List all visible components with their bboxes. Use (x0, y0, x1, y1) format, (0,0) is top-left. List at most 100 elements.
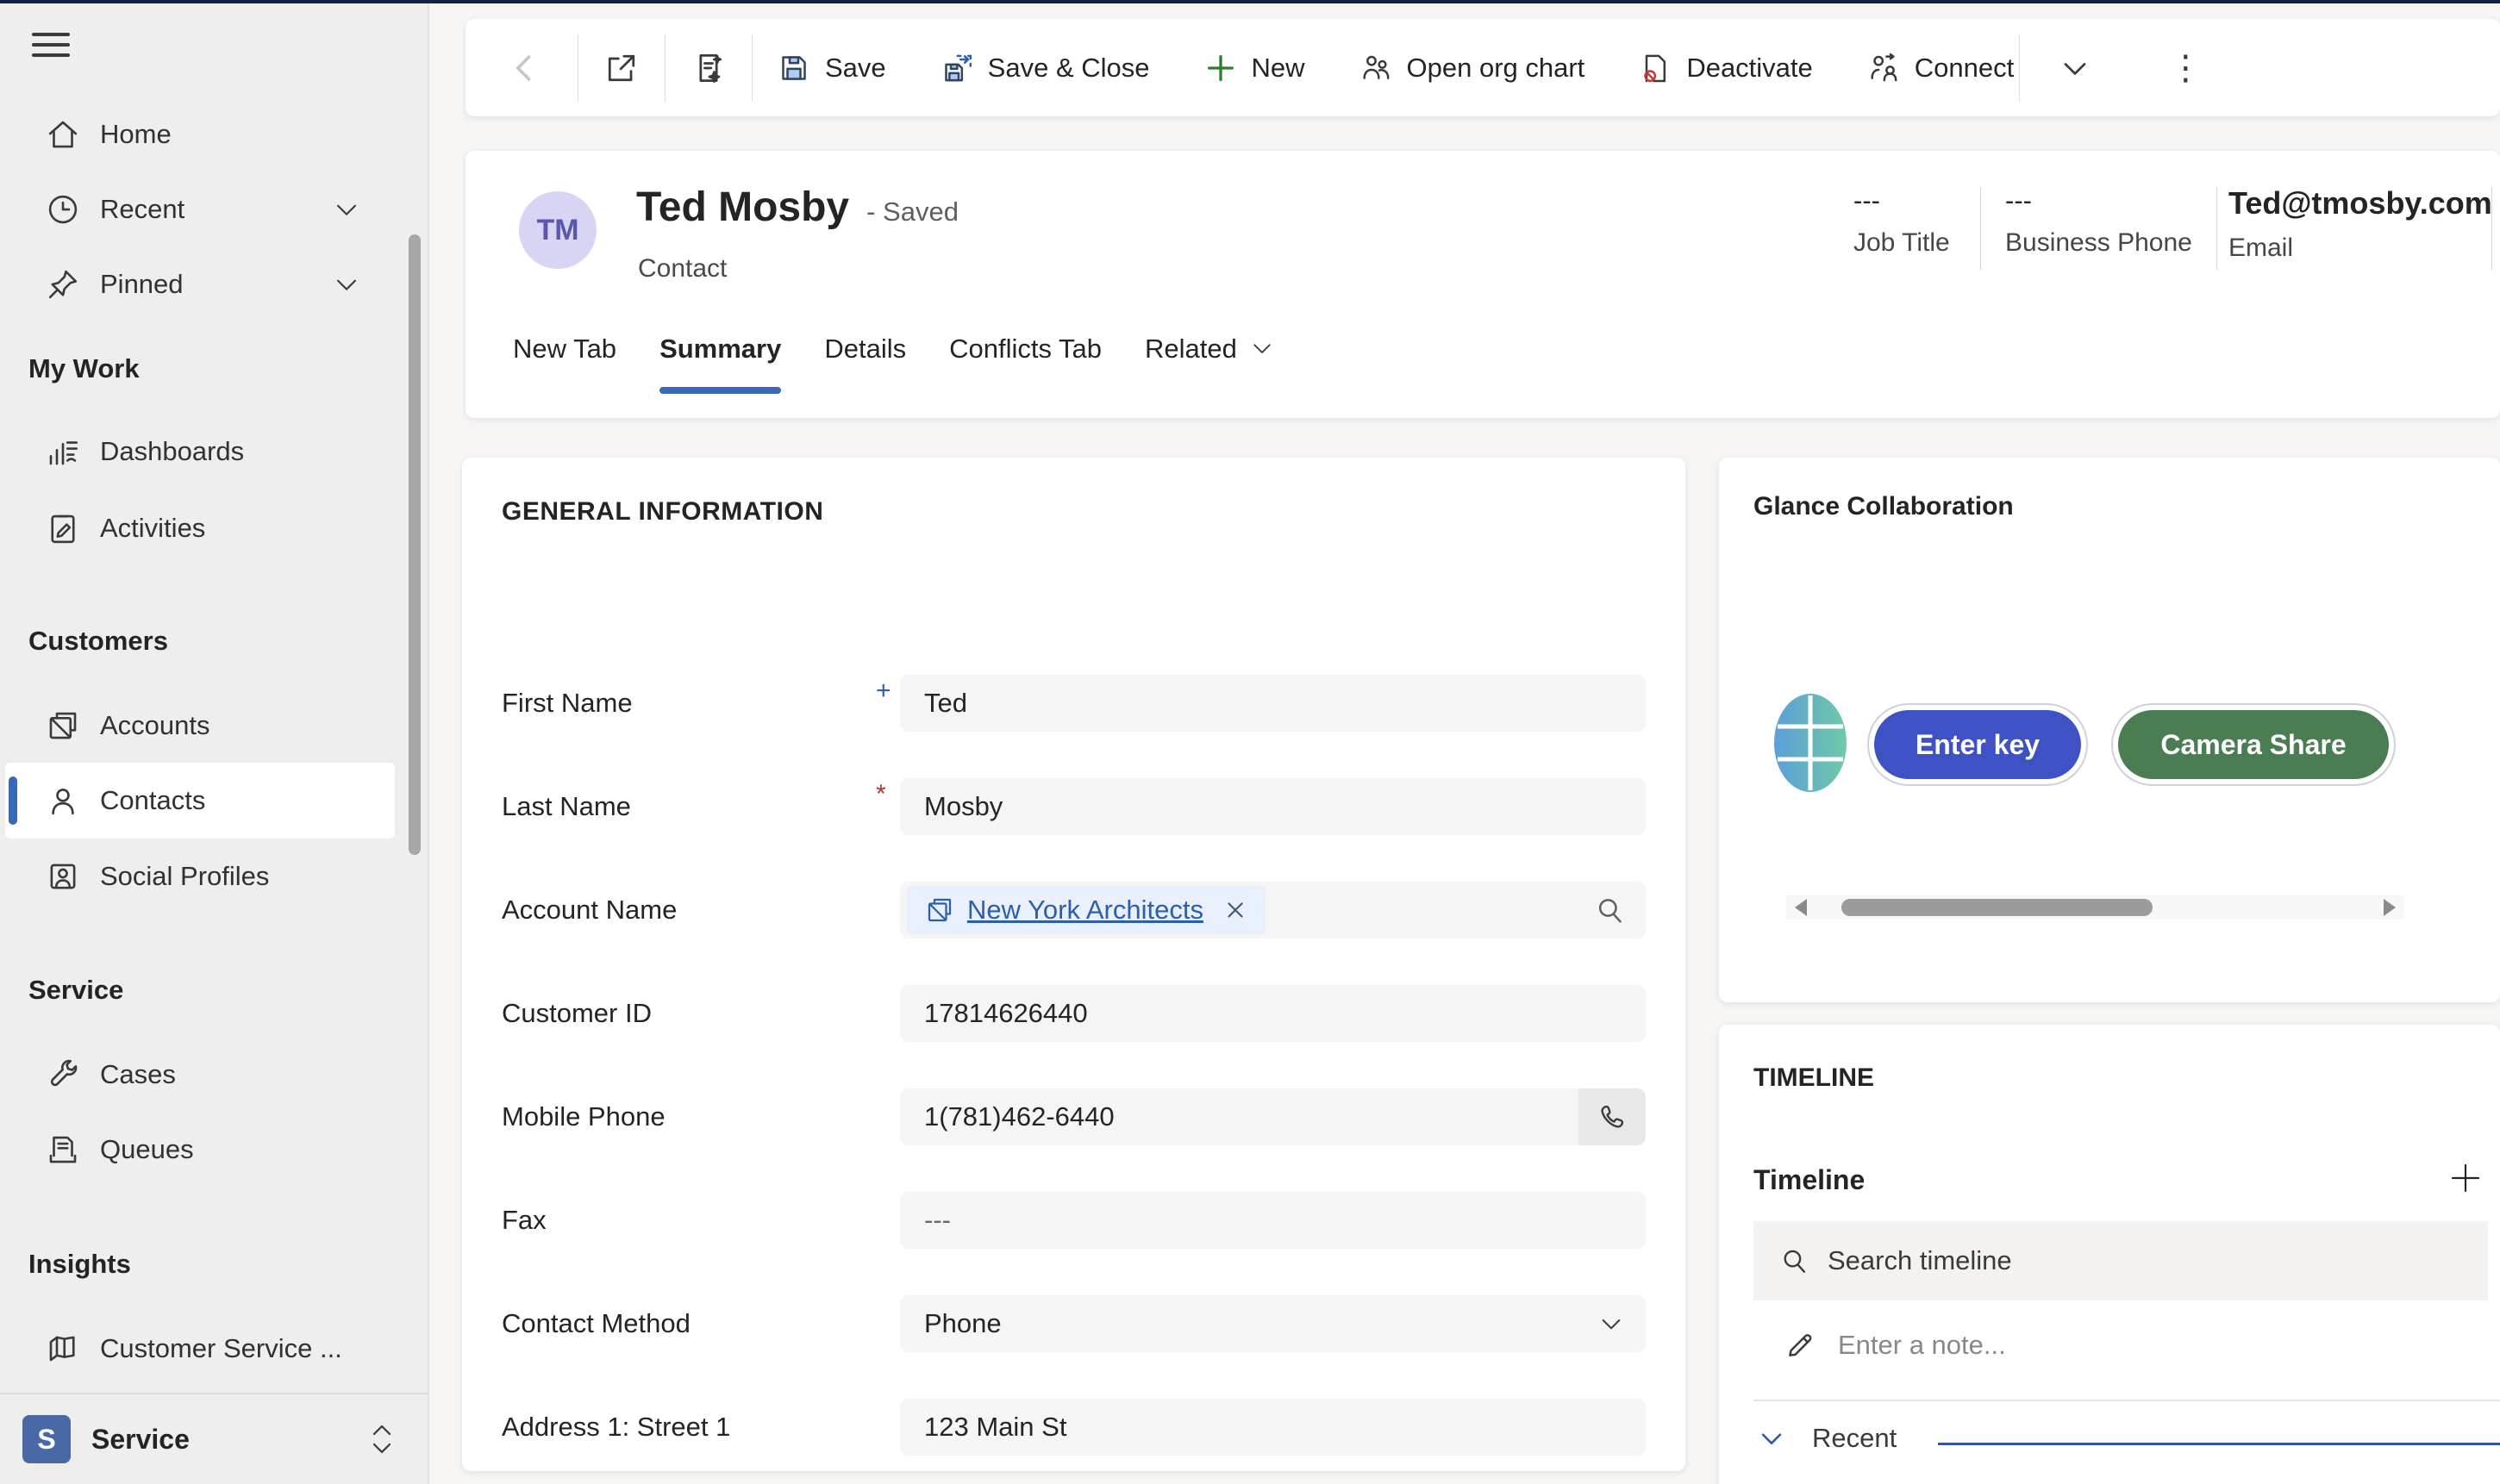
field-address-street: Address 1: Street 1 (502, 1399, 1646, 1456)
account-record-icon (924, 895, 955, 926)
sidebar-item-label: Social Profiles (100, 861, 269, 892)
recent-group-toggle[interactable]: Recent (1757, 1423, 1897, 1454)
camera-share-button[interactable]: Camera Share (2111, 703, 2396, 786)
save-and-close-button[interactable]: Save & Close (940, 51, 1150, 85)
pencil-icon (1783, 1328, 1817, 1362)
contact-method-select[interactable] (900, 1295, 1646, 1352)
sidebar-item-contacts[interactable]: Contacts (0, 763, 405, 839)
plus-icon (1203, 51, 1238, 85)
field-account-name: Account Name New York Architects (502, 882, 1646, 938)
connect-icon (1866, 51, 1901, 85)
dashboards-icon (45, 433, 81, 470)
search-icon (1778, 1244, 1810, 1277)
deactivate-button[interactable]: Deactivate (1638, 51, 1812, 85)
save-icon (777, 51, 811, 85)
sidebar-item-accounts[interactable]: Accounts (0, 688, 405, 764)
phone-icon (1596, 1101, 1628, 1133)
app-switcher[interactable]: S Service (0, 1394, 428, 1484)
field-contact-method: Contact Method (502, 1295, 1646, 1352)
open-in-new-window-icon[interactable] (603, 49, 641, 87)
globe-icon (1772, 692, 1848, 794)
sidebar-item-home[interactable]: Home (0, 97, 405, 172)
workspace-icon (45, 1331, 81, 1367)
account-lookup-input[interactable]: New York Architects (900, 882, 1646, 938)
enter-key-button[interactable]: Enter key (1867, 703, 2088, 786)
org-chart-icon (1359, 51, 1393, 85)
record-name-row: Ted Mosby - Saved (636, 184, 959, 231)
app-name: Service (91, 1424, 190, 1456)
save-status: - Saved (866, 196, 959, 228)
tab-details[interactable]: Details (824, 323, 906, 394)
sidebar-section-insights: Insights (28, 1249, 131, 1280)
record-name: Ted Mosby (636, 184, 849, 231)
open-org-chart-button[interactable]: Open org chart (1359, 51, 1585, 85)
sidebar-item-social-profiles[interactable]: Social Profiles (0, 839, 405, 914)
timeline-search-box[interactable] (1753, 1221, 2488, 1300)
last-name-input[interactable] (900, 778, 1646, 835)
sidebar-item-activities[interactable]: Activities (0, 490, 405, 566)
recent-group-line (1938, 1443, 2500, 1445)
sidebar-item-customer-service[interactable]: Customer Service ... (0, 1311, 405, 1387)
customer-id-input[interactable] (900, 985, 1646, 1042)
section-title: GENERAL INFORMATION (502, 497, 1646, 527)
hamburger-menu-icon[interactable] (32, 33, 70, 64)
clipboard-icon (45, 510, 81, 546)
sidebar-scrollbar[interactable] (409, 234, 421, 855)
sidebar-section-my-work: My Work (28, 353, 140, 384)
header-divider (2491, 187, 2492, 270)
account-link[interactable]: New York Architects (967, 895, 1203, 926)
sidebar-item-dashboards[interactable]: Dashboards (0, 414, 405, 489)
mobile-phone-input[interactable] (900, 1088, 1646, 1145)
field-fax: Fax (502, 1192, 1646, 1249)
tab-related[interactable]: Related (1145, 323, 1275, 394)
first-name-input[interactable] (900, 675, 1646, 732)
sidebar-item-pinned[interactable]: Pinned (0, 246, 405, 322)
sidebar-item-label: Queues (100, 1134, 194, 1165)
sidebar-item-cases[interactable]: Cases (0, 1037, 405, 1113)
app-switcher-updown-icon[interactable] (366, 1419, 397, 1460)
sidebar-item-label: Dashboards (100, 436, 244, 467)
tab-new-tab[interactable]: New Tab (513, 323, 616, 394)
back-icon[interactable] (505, 49, 543, 87)
address-street-input[interactable] (900, 1399, 1646, 1456)
chevron-down-icon[interactable] (332, 195, 361, 224)
tab-summary[interactable]: Summary (659, 323, 781, 394)
account-lookup-chip[interactable]: New York Architects (907, 886, 1266, 934)
call-phone-button[interactable] (1578, 1088, 1646, 1145)
wrench-icon (45, 1057, 81, 1093)
business-recommended-marker: + (876, 677, 900, 706)
timeline-subtitle: Timeline (1753, 1164, 1865, 1196)
field-mobile-phone: Mobile Phone (502, 1088, 1646, 1145)
overflow-menu-icon[interactable]: ⋮ (2168, 51, 2203, 85)
sidebar-item-label: Recent (100, 194, 184, 225)
new-button[interactable]: New (1203, 51, 1305, 85)
sidebar-item-queues[interactable]: Queues (0, 1112, 405, 1188)
enter-note-row[interactable]: Enter a note... (1783, 1328, 2006, 1362)
command-bar: Save Save & Close New Open org chart Dea… (466, 19, 2500, 116)
add-timeline-record-icon[interactable] (2448, 1161, 2483, 1195)
sidebar-item-recent[interactable]: Recent (0, 171, 405, 247)
field-customer-id: Customer ID (502, 985, 1646, 1042)
chevron-down-icon[interactable] (332, 270, 361, 299)
scroll-left-icon[interactable] (1795, 899, 1807, 916)
horizontal-scrollbar[interactable] (1786, 895, 2404, 920)
lookup-search-icon[interactable] (1592, 893, 1627, 927)
contact-person-icon (45, 783, 81, 819)
toolbar-divider (2019, 34, 2020, 102)
form-assist-icon[interactable] (690, 49, 728, 87)
tab-conflicts-tab[interactable]: Conflicts Tab (949, 323, 1102, 394)
general-information-section: GENERAL INFORMATION First Name + Last Na… (462, 458, 1685, 1471)
scrollbar-thumb[interactable] (1841, 899, 2153, 916)
fax-input[interactable] (900, 1192, 1646, 1249)
pin-icon (45, 266, 81, 302)
connect-button[interactable]: Connect (1866, 51, 2014, 85)
save-button[interactable]: Save (777, 51, 886, 85)
timeline-search-input[interactable] (1828, 1245, 2431, 1276)
required-marker: * (876, 780, 900, 809)
sidebar-item-label: Cases (100, 1059, 176, 1090)
remove-value-icon[interactable] (1222, 897, 1248, 923)
avatar: TM (519, 191, 597, 269)
more-commands-chevron-icon[interactable] (2056, 49, 2094, 87)
sidebar-item-label: Contacts (100, 785, 205, 816)
scroll-right-icon[interactable] (2384, 899, 2396, 916)
